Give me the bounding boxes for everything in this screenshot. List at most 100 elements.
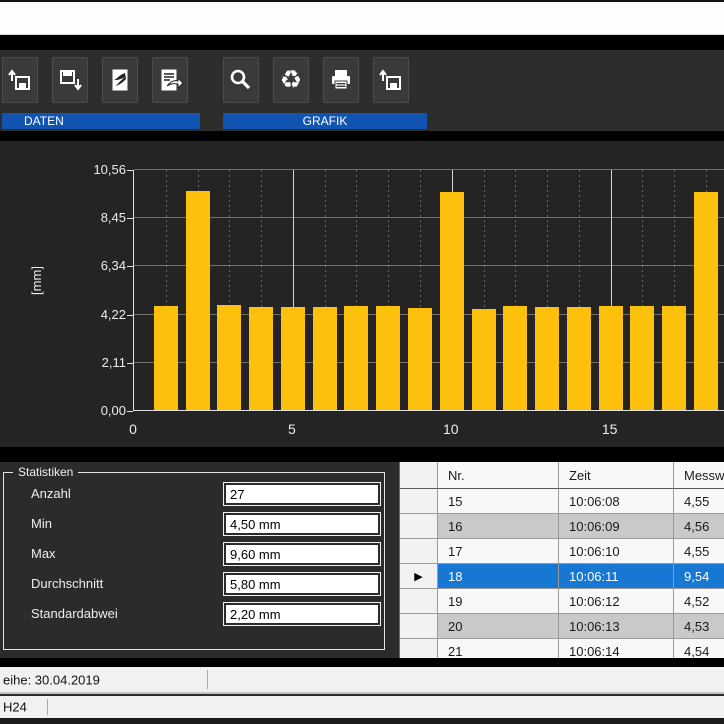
bar [630, 306, 654, 410]
h-gridline [134, 217, 724, 218]
stat-row-durchschnitt: Durchschnitt [4, 572, 384, 596]
export-data-button[interactable] [152, 57, 188, 103]
standardabwei-field[interactable] [226, 605, 378, 623]
current-row-arrow-icon: ▶ [414, 570, 422, 583]
bar [440, 192, 464, 410]
row-selector-arrow[interactable]: ▶ [400, 564, 438, 589]
table-cell[interactable]: 10:06:12 [559, 589, 674, 614]
separator-strip [0, 131, 724, 141]
table-column-header[interactable]: Messwert [674, 462, 724, 489]
toolbar-group-label-daten: DATEN [2, 113, 200, 129]
statistics-groupbox-title: Statistiken [13, 465, 78, 479]
row-selector-cell[interactable] [400, 489, 438, 514]
table-cell[interactable]: 10:06:09 [559, 514, 674, 539]
standardabwei-field-frame [223, 602, 381, 626]
min-field[interactable] [226, 515, 378, 533]
table-cell[interactable]: 20 [438, 614, 559, 639]
table-cell[interactable]: 10:06:08 [559, 489, 674, 514]
anzahl-field[interactable] [226, 485, 378, 503]
table-cell[interactable]: 4,55 [674, 539, 724, 564]
table-cell[interactable]: 4,53 [674, 614, 724, 639]
standardabwei-label: Standardabwei [31, 606, 118, 621]
table-row[interactable]: 1610:06:094,56 [400, 514, 724, 539]
table-cell[interactable]: 10:06:13 [559, 614, 674, 639]
separator-strip [0, 35, 724, 50]
x-tick-label: 0 [129, 421, 137, 437]
row-selector-cell[interactable] [400, 589, 438, 614]
y-tick-label: 8,45 [80, 210, 126, 225]
chart-panel: [mm] 0,002,114,226,348,4510,56 051015 [0, 141, 724, 447]
table-row[interactable]: 2010:06:134,53 [400, 614, 724, 639]
table-row[interactable]: 2110:06:144,54 [400, 639, 724, 658]
y-tick-label: 2,11 [80, 355, 126, 370]
zoom-button[interactable] [223, 57, 259, 103]
x-tick-label: 10 [443, 421, 459, 437]
max-field-frame [223, 542, 381, 566]
h-gridline [134, 169, 724, 170]
table-row[interactable]: 1710:06:104,55 [400, 539, 724, 564]
table-cell[interactable]: 10:06:10 [559, 539, 674, 564]
save-data-button[interactable] [52, 57, 88, 103]
durchschnitt-field[interactable] [226, 575, 378, 593]
min-field-frame [223, 512, 381, 536]
bar [281, 307, 305, 410]
bar [535, 307, 559, 410]
table-cell[interactable]: 4,54 [674, 639, 724, 658]
x-tick-label: 5 [288, 421, 296, 437]
row-selector-cell[interactable] [400, 539, 438, 564]
table-cell[interactable]: 10:06:14 [559, 639, 674, 658]
floppy-arrow-down-icon [57, 67, 83, 93]
max-label: Max [31, 546, 56, 561]
print-button[interactable] [323, 57, 359, 103]
anzahl-label: Anzahl [31, 486, 71, 501]
y-tick-mark [127, 411, 133, 412]
screen-bottom-edge [0, 718, 724, 724]
delete-data-button[interactable] [102, 57, 138, 103]
y-tick-mark [127, 363, 133, 364]
floppy-arrow-up-icon [7, 67, 33, 93]
row-selector-cell[interactable] [400, 639, 438, 658]
table-row[interactable]: 1510:06:084,55 [400, 489, 724, 514]
bar [472, 309, 496, 410]
table-cell[interactable]: 4,55 [674, 489, 724, 514]
table-cell[interactable]: 18 [438, 564, 559, 589]
y-tick-label: 6,34 [80, 258, 126, 273]
table-cell[interactable]: 21 [438, 639, 559, 658]
max-field[interactable] [226, 545, 378, 563]
table-row[interactable]: ▶ 1810:06:119,54 [400, 564, 724, 589]
table-cell[interactable]: 15 [438, 489, 559, 514]
refresh-button[interactable]: ♻ [273, 57, 309, 103]
y-tick-mark [127, 315, 133, 316]
export-graphic-button[interactable] [373, 57, 409, 103]
table-cell[interactable]: 4,56 [674, 514, 724, 539]
table-cell[interactable]: 9,54 [674, 564, 724, 589]
measurements-table: Nr.ZeitMesswert1510:06:084,551610:06:094… [399, 462, 724, 658]
toolbar-group-label-grafik: GRAFIK [223, 113, 427, 129]
stat-row-min: Min [4, 512, 384, 536]
bar [154, 306, 178, 410]
table-cell[interactable]: 19 [438, 589, 559, 614]
table-cell[interactable]: 10:06:11 [559, 564, 674, 589]
document-export-icon [157, 67, 183, 93]
table-column-header[interactable]: Zeit [559, 462, 674, 489]
floppy-arrow-up-icon [378, 67, 404, 93]
row-selector-cell[interactable] [400, 514, 438, 539]
min-label: Min [31, 516, 52, 531]
table-row[interactable]: 1910:06:124,52 [400, 589, 724, 614]
bar [186, 191, 210, 410]
bar-chart-plot[interactable] [133, 170, 724, 411]
table-column-header[interactable]: Nr. [438, 462, 559, 489]
recycle-icon: ♻ [280, 68, 302, 93]
load-data-button[interactable] [2, 57, 38, 103]
stat-row-max: Max [4, 542, 384, 566]
y-tick-label: 0,00 [80, 403, 126, 418]
durchschnitt-field-frame [223, 572, 381, 596]
y-tick-mark [127, 170, 133, 171]
table-cell[interactable]: 4,52 [674, 589, 724, 614]
y-tick-mark [127, 266, 133, 267]
table-cell[interactable]: 16 [438, 514, 559, 539]
bar [249, 307, 273, 410]
row-selector-cell[interactable] [400, 614, 438, 639]
bar [662, 306, 686, 410]
table-cell[interactable]: 17 [438, 539, 559, 564]
